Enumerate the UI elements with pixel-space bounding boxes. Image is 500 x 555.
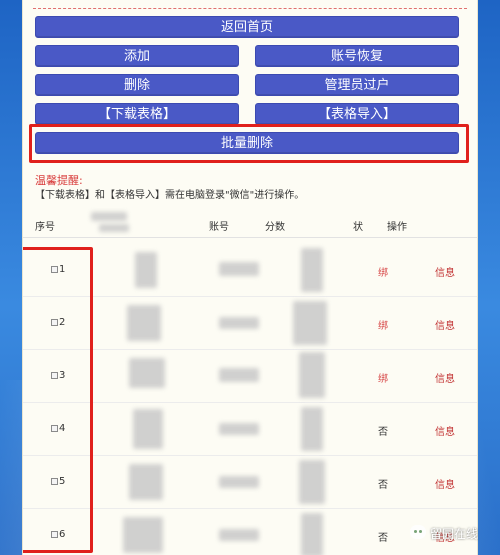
blurred-score (301, 513, 323, 555)
blurred-score (299, 460, 325, 504)
home-button[interactable]: 返回首页 (35, 16, 459, 38)
blurred-header-name-2 (99, 224, 129, 232)
row-status: 绑 (378, 374, 388, 385)
watermark-text: 留园在线 (430, 527, 479, 541)
row-status: 绑 (378, 268, 388, 279)
row-status: 否 (378, 427, 388, 438)
blurred-name (129, 358, 165, 388)
top-divider (33, 8, 467, 9)
blurred-name (127, 305, 161, 341)
header-status: 状 (353, 222, 363, 233)
header-score: 分数 (265, 222, 285, 233)
blurred-account (219, 317, 259, 329)
table-header: 序号 账号 分数 状 操作 (23, 210, 477, 238)
blurred-score (299, 352, 325, 398)
wechat-icon (410, 525, 426, 539)
header-seq: 序号 (35, 222, 55, 233)
blurred-account (219, 476, 259, 488)
row-info-link[interactable]: 信息 (435, 264, 455, 279)
blurred-account (219, 423, 259, 435)
row-status: 否 (378, 533, 388, 544)
import-table-button[interactable]: 【表格导入】 (255, 103, 459, 125)
add-button[interactable]: 添加 (35, 45, 239, 67)
blurred-name (135, 252, 157, 288)
row-info-link[interactable]: 信息 (435, 370, 455, 385)
blurred-header-name (91, 212, 127, 221)
row-info-link[interactable]: 信息 (435, 476, 455, 491)
row-status: 否 (378, 480, 388, 491)
blurred-name (129, 464, 163, 500)
row-status: 绑 (378, 321, 388, 332)
header-action: 操作 (387, 222, 407, 233)
delete-button[interactable]: 删除 (35, 74, 239, 96)
blurred-name (133, 409, 163, 449)
blurred-account (219, 262, 259, 276)
blurred-account (219, 529, 259, 541)
blurred-account (219, 368, 259, 382)
tip-text: 【下载表格】和【表格导入】需在电脑登录"微信"进行操作。 (35, 190, 305, 201)
download-table-button[interactable]: 【下载表格】 (35, 103, 239, 125)
row-info-link[interactable]: 信息 (435, 423, 455, 438)
blurred-score (293, 301, 327, 345)
blurred-name (123, 517, 163, 553)
batch-delete-highlight (29, 124, 469, 163)
blurred-score (301, 407, 323, 451)
blurred-score (301, 248, 323, 292)
admin-transfer-button[interactable]: 管理员过户 (255, 74, 459, 96)
header-account: 账号 (209, 222, 229, 233)
main-panel: 返回首页 添加 账号恢复 删除 管理员过户 【下载表格】 【表格导入】 批量删除… (22, 0, 478, 555)
account-recover-button[interactable]: 账号恢复 (255, 45, 459, 67)
row-info-link[interactable]: 信息 (435, 317, 455, 332)
checkbox-column-highlight (23, 247, 93, 553)
